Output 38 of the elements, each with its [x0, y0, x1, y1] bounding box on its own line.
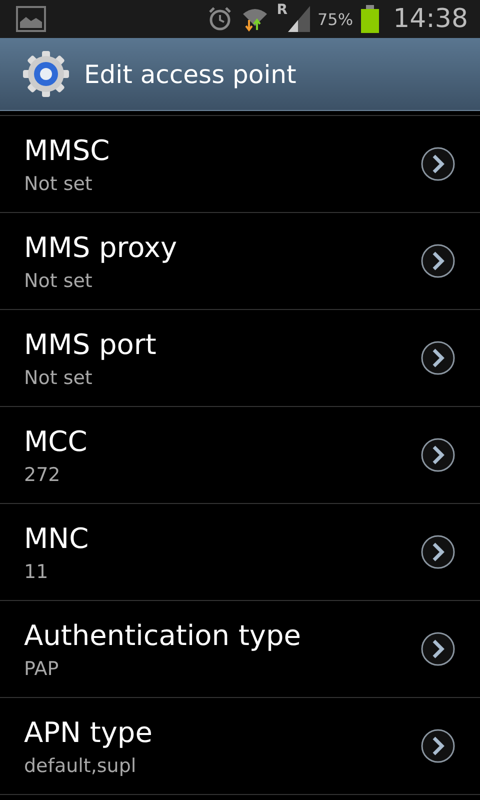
- settings-row[interactable]: MMSC Not set: [0, 116, 480, 213]
- battery-icon: [361, 5, 380, 33]
- setting-title: APN type: [24, 716, 154, 748]
- setting-title: MNC: [24, 522, 90, 554]
- setting-value: Not set: [24, 366, 94, 388]
- setting-value: 11: [24, 560, 50, 582]
- settings-row[interactable]: APN type default,supl: [0, 698, 480, 795]
- battery-percentage: 75%: [318, 10, 354, 28]
- signal-icon: [288, 6, 310, 32]
- setting-title: MMSC: [24, 134, 111, 166]
- wifi-icon: [240, 6, 269, 32]
- clock: 14:38: [393, 4, 468, 34]
- alarm-icon: [206, 6, 233, 32]
- chevron-right-icon[interactable]: [420, 243, 456, 279]
- setting-title: MMS port: [24, 328, 158, 360]
- setting-value: PAP: [24, 658, 60, 680]
- setting-title: MCC: [24, 424, 88, 458]
- chevron-right-icon[interactable]: [420, 631, 456, 667]
- chevron-right-icon[interactable]: [420, 728, 456, 764]
- setting-value: default,supl: [24, 754, 138, 776]
- settings-row[interactable]: MNC 11: [0, 504, 480, 601]
- setting-title: Authentication type: [24, 618, 302, 652]
- chevron-right-icon[interactable]: [420, 437, 456, 473]
- roaming-indicator: R: [276, 2, 288, 18]
- gallery-icon: [16, 6, 46, 32]
- setting-value: 272: [24, 464, 62, 486]
- chevron-right-icon[interactable]: [420, 146, 456, 182]
- settings-row[interactable]: Authentication type PAP: [0, 601, 480, 698]
- chevron-right-icon[interactable]: [420, 340, 456, 376]
- gear-icon: [22, 50, 70, 98]
- settings-row[interactable]: MMS port Not set: [0, 310, 480, 407]
- setting-value: Not set: [24, 270, 94, 292]
- settings-row[interactable]: MCC 272: [0, 407, 480, 504]
- setting-title: MMS proxy: [24, 230, 178, 264]
- chevron-right-icon[interactable]: [420, 534, 456, 570]
- setting-value: Not set: [24, 172, 94, 194]
- settings-row[interactable]: MMS proxy Not set: [0, 213, 480, 310]
- screen-title: Edit access point: [84, 60, 296, 88]
